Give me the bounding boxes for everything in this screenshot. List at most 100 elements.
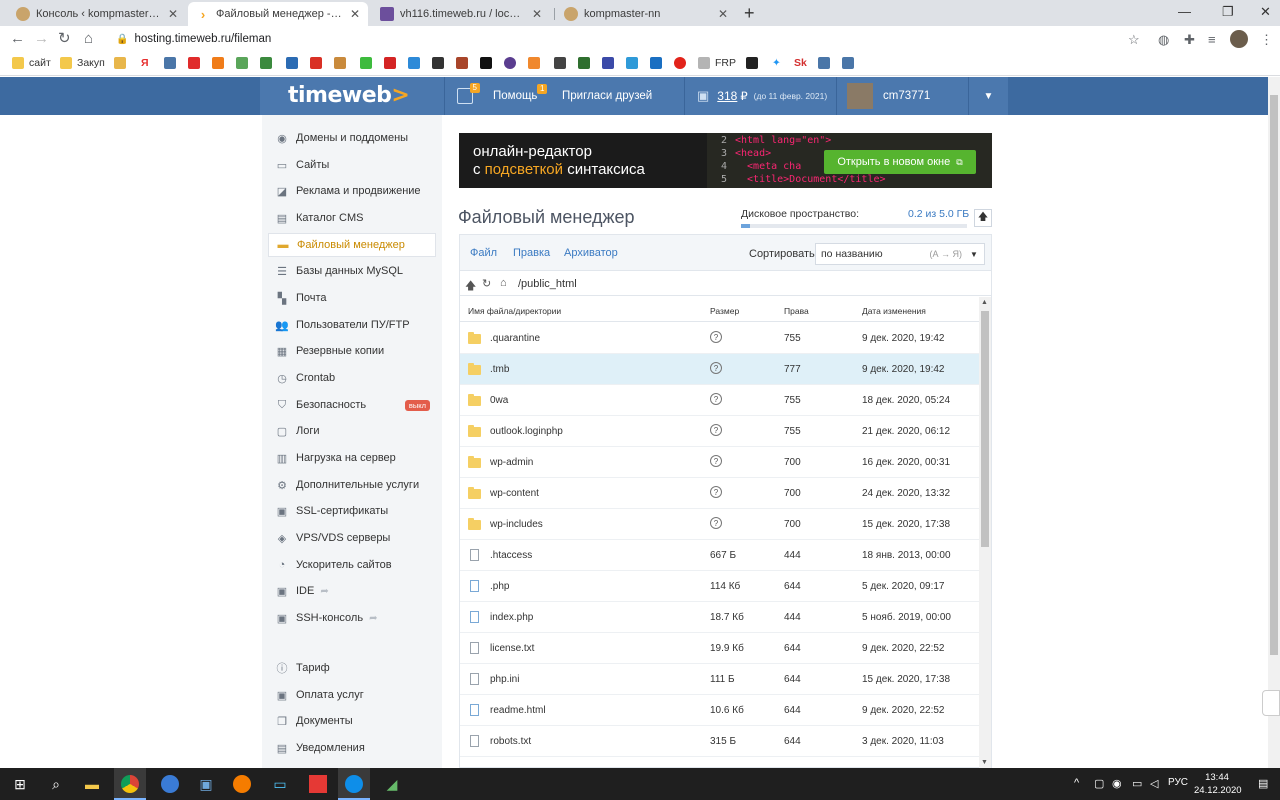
sidebar-item-filemanager[interactable]: ▬ Файловый менеджер [268,233,436,257]
column-size[interactable]: Размер [710,306,739,316]
sidebar-item-ssl[interactable]: ▣ SSL-сертификаты [268,499,436,523]
bookmark-icon[interactable] [504,57,516,69]
sidebar-item-load[interactable]: ▥ Нагрузка на сервер [268,446,436,470]
open-ide-button[interactable]: Открыть в новом окне ⧉ [824,150,976,174]
vk-bookmark-icon[interactable] [842,57,854,69]
file-explorer-icon[interactable]: ▬ [80,772,104,796]
sidebar-item-ide[interactable]: ▣ IDE ➦ [268,579,436,603]
bookmark-icon[interactable] [432,57,444,69]
close-tab-icon[interactable]: ✕ [718,7,728,21]
sidebar-item-ssh[interactable]: ▣ SSH-консоль ➦ [268,606,436,630]
menu-dots-icon[interactable]: ⋮ [1260,32,1273,48]
sidebar-item-extra-services[interactable]: ⚙ Дополнительные услуги [268,473,436,497]
column-name[interactable]: Имя файла/директории [468,306,561,316]
table-row[interactable]: wp-content? 700 24 дек. 2020, 13:32 [460,478,979,509]
youtube-bookmark-icon[interactable] [188,57,200,69]
file-list-scrollbar[interactable]: ▲ ▼ [979,297,991,768]
chrome-icon[interactable] [118,772,142,796]
input-language[interactable]: РУС [1168,777,1188,788]
sidebar-item-domains[interactable]: ◉ Домены и поддомены [268,126,436,150]
folder-size-help-icon[interactable]: ? [710,424,722,436]
file-permissions[interactable]: 755 [784,333,801,344]
upload-button[interactable]: 🡅 [974,209,992,227]
notifications-icon[interactable]: ▤ [1258,777,1268,790]
table-row[interactable]: wp-admin? 700 16 дек. 2020, 00:31 [460,447,979,478]
tray-app-icon[interactable]: ◉ [1112,777,1122,790]
table-row[interactable]: license.txt 19.9 Кб 644 9 дек. 2020, 22:52 [460,633,979,664]
monitor-icon[interactable]: ▭ [268,772,292,796]
tray-app-icon[interactable]: ▢ [1094,777,1104,790]
bookmark-icon[interactable] [746,57,758,69]
file-permissions[interactable]: 444 [784,550,801,561]
file-permissions[interactable]: 755 [784,426,801,437]
browser-tab[interactable]: Консоль ‹ kompmaster-nn — Wo ✕ [8,2,186,26]
anydesk-icon[interactable] [306,772,330,796]
file-permissions[interactable]: 644 [784,643,801,654]
sidebar-item-tariff[interactable]: ⓘ Тариф [268,656,436,680]
bookmark-icon[interactable] [384,57,396,69]
column-modified[interactable]: Дата изменения [862,306,926,316]
network-icon[interactable]: ▣ [194,772,218,796]
browser-tab[interactable]: vh116.timeweb.ru / localhost / cr ✕ [372,2,550,26]
folder-size-help-icon[interactable]: ? [710,331,722,343]
scroll-up-icon[interactable]: ▲ [981,299,988,306]
bookmark-folder[interactable]: сайт [12,57,51,69]
sidebar-item-users[interactable]: 👥 Пользователи ПУ/FTP [268,313,436,337]
apps-bookmark-icon[interactable] [236,57,248,69]
folder-size-help-icon[interactable]: ? [710,362,722,374]
qbittorrent-icon[interactable] [158,772,182,796]
table-row[interactable]: .htaccess 667 Б 444 18 янв. 2013, 00:00 [460,540,979,571]
account-dropdown-icon[interactable]: ▼ [968,77,1008,115]
home-icon[interactable]: ⌂ [500,277,507,289]
table-row[interactable]: php.ini 111 Б 644 15 дек. 2020, 17:38 [460,664,979,695]
table-row[interactable]: readme.html 10.6 Кб 644 9 дек. 2020, 22:52 [460,695,979,726]
sidebar-item-accelerator[interactable]: ◔ Ускоритель сайтов [268,553,436,577]
close-tab-icon[interactable]: ✕ [350,7,360,21]
bookmark-icon[interactable] [360,57,372,69]
sidebar-item-security[interactable]: ⛉ Безопасность выкл [268,393,436,417]
bookmark-icon[interactable] [528,57,540,69]
folder-size-help-icon[interactable]: ? [710,486,722,498]
menu-archiver[interactable]: Архиватор [564,247,618,259]
network-icon[interactable]: ▭ [1132,777,1142,790]
restore-icon[interactable]: ❐ [1222,4,1234,20]
globe-extension-icon[interactable]: ◍ [1158,32,1169,48]
teamviewer-taskbar-icon[interactable] [342,772,366,796]
browser-tab-active[interactable]: › Файловый менеджер - Панель ✕ [188,2,368,26]
disk-space-value[interactable]: 0.2 из 5.0 ГБ [908,208,969,220]
back-icon[interactable]: ← [10,31,25,47]
taskbar-clock[interactable]: 13:44 24.12.2020 [1194,771,1242,797]
bookmark-icon[interactable] [286,57,298,69]
bookmark-icon[interactable] [650,57,662,69]
sidebar-item-payment[interactable]: ▣ Оплата услуг [268,683,436,707]
account-menu[interactable]: cm73771 [836,77,968,115]
folder-size-help-icon[interactable]: ? [710,517,722,529]
sidebar-item-mysql[interactable]: ☰ Базы данных MySQL [268,259,436,283]
bookmark-icon[interactable] [408,57,420,69]
bookmark-icon[interactable] [480,57,492,69]
table-row[interactable]: robots.txt 315 Б 644 3 дек. 2020, 11:03 [460,726,979,757]
close-tab-icon[interactable]: ✕ [168,7,178,21]
browser-tab[interactable]: kompmaster-nn ✕ [556,2,736,26]
app-icon[interactable] [230,772,254,796]
help-menu[interactable]: 5 Помощь 1 [444,77,548,115]
scrollbar-thumb[interactable] [1270,95,1278,655]
search-icon[interactable]: ⌕ [44,772,68,796]
file-permissions[interactable]: 700 [784,488,801,499]
file-permissions[interactable]: 777 [784,364,801,375]
sidebar-item-crontab[interactable]: ◷ Crontab [268,366,436,390]
balance-widget[interactable]: ▣ 318 ₽ (до 11 февр. 2021) [684,77,827,115]
url-field[interactable]: 🔒 hosting.timeweb.ru/fileman [116,33,271,45]
drive-icon[interactable]: ◢ [380,772,404,796]
profile-avatar[interactable] [1230,30,1248,48]
file-permissions[interactable]: 700 [784,519,801,530]
bookmark-icon[interactable] [260,57,272,69]
table-row[interactable]: .php 114 Кб 644 5 дек. 2020, 09:17 [460,571,979,602]
extensions-icon[interactable]: ✚ [1184,32,1195,48]
close-tab-icon[interactable]: ✕ [532,7,542,21]
bookmark-icon[interactable] [554,57,566,69]
file-permissions[interactable]: 644 [784,581,801,592]
invite-friends-link[interactable]: Пригласи друзей [550,77,652,115]
news-icon[interactable]: 5 [457,83,480,104]
sidebar-item-backups[interactable]: ▦ Резервные копии [268,339,436,363]
